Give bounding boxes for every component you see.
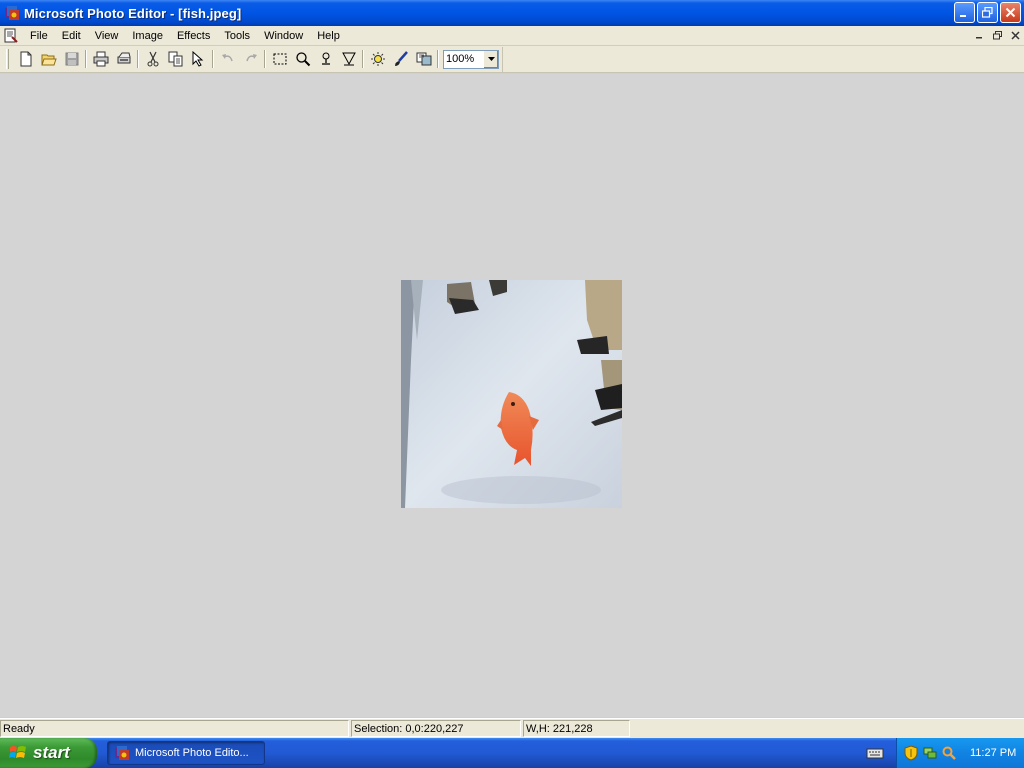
transparency-icon [416,52,431,66]
search-icon[interactable] [941,745,957,761]
scissors-icon [147,51,158,67]
window-title: Microsoft Photo Editor - [fish.jpeg] [24,5,242,21]
photo-editor-app-icon[interactable] [4,5,20,21]
close-icon [1005,7,1016,18]
save-disk-icon [65,52,78,66]
chevron-down-icon [487,57,495,61]
menu-image[interactable]: Image [125,27,170,45]
copy-icon [168,51,182,67]
doc-close-button[interactable] [1008,28,1022,42]
smudge-icon [321,52,330,65]
close-button[interactable] [1000,2,1021,23]
zoom-value: 100% [446,53,475,65]
status-selection: Selection: 0,0:220,227 [351,720,521,737]
toolbar-grip[interactable] [6,49,9,69]
toolbar-separator [264,50,266,68]
taskbar-task-label: Microsoft Photo Edito... [135,747,249,759]
toolbar-separator [362,50,364,68]
zoom-select[interactable]: 100% [443,49,499,69]
menu-effects[interactable]: Effects [170,27,217,45]
menu-help[interactable]: Help [310,27,347,45]
open-folder-icon [40,54,57,66]
balance-button[interactable] [366,48,389,70]
restore-icon [992,30,1002,39]
menu-window[interactable]: Window [257,27,310,45]
status-bar: Ready Selection: 0,0:220,227 W,H: 221,22… [0,718,1024,738]
document-workspace[interactable] [0,74,1024,717]
redo-icon [245,54,257,62]
windows-logo-icon [9,746,26,758]
open-button[interactable] [37,48,60,70]
minimize-icon [960,15,966,17]
menu-view[interactable]: View [88,27,126,45]
restore-button[interactable] [977,2,998,23]
smudge-button[interactable] [314,48,337,70]
status-ready: Ready [0,720,349,737]
clock[interactable]: 11:27 PM [970,747,1016,759]
menu-bar: File Edit View Image Effects Tools Windo… [0,26,1024,46]
start-button[interactable]: start [0,738,97,768]
minimize-icon [975,36,982,38]
paste-pointer-icon [192,51,203,67]
toolbar-separator [137,50,139,68]
sharpen-icon [341,52,356,66]
menu-file[interactable]: File [23,27,55,45]
redo-button[interactable] [239,48,262,70]
magnifier-icon [295,52,310,67]
toolbar: 100% [0,46,1024,73]
minimize-button[interactable] [954,2,975,23]
image-canvas[interactable] [401,280,622,508]
status-dimensions: W,H: 221,228 [523,720,630,737]
undo-button[interactable] [216,48,239,70]
taskbar: start Microsoft Photo Edito... 11:27 PM [0,738,1024,768]
new-document-icon [20,51,31,67]
toolbar-separator [212,50,214,68]
paint-button[interactable] [389,48,412,70]
sharpen-button[interactable] [337,48,360,70]
doc-restore-button[interactable] [990,28,1004,42]
zoom-dropdown-button[interactable] [483,50,498,68]
start-label: start [33,743,70,762]
sun-balance-icon [370,52,385,66]
scanner-icon [117,52,130,64]
select-button[interactable] [268,48,291,70]
doc-minimize-button[interactable] [972,28,986,42]
paste-button[interactable] [187,48,210,70]
taskbar-photo-editor[interactable]: Microsoft Photo Edito... [107,741,265,765]
network-icon[interactable] [922,745,938,761]
toolbar-separator [85,50,87,68]
cut-button[interactable] [141,48,164,70]
keyboard-icon[interactable] [866,745,884,761]
zoom-button[interactable] [291,48,314,70]
toolbar-separator [437,50,439,68]
save-button[interactable] [60,48,83,70]
title-bar[interactable]: Microsoft Photo Editor - [fish.jpeg] [0,0,1024,26]
menu-edit[interactable]: Edit [55,27,88,45]
security-shield-icon[interactable] [903,745,919,761]
photo-editor-app-icon [115,746,129,760]
system-tray: 11:27 PM [896,738,1024,768]
document-menu-icon[interactable] [3,28,19,44]
restore-icon [982,7,993,18]
close-icon [1010,30,1020,40]
menu-tools[interactable]: Tools [217,27,257,45]
copy-button[interactable] [164,48,187,70]
printer-icon [93,51,108,67]
fish-photo [401,280,622,508]
print-button[interactable] [89,48,112,70]
undo-icon [221,54,233,62]
new-button[interactable] [14,48,37,70]
rectangle-select-icon [273,53,286,65]
brush-icon [394,51,408,66]
transparency-button[interactable] [412,48,435,70]
scan-button[interactable] [112,48,135,70]
